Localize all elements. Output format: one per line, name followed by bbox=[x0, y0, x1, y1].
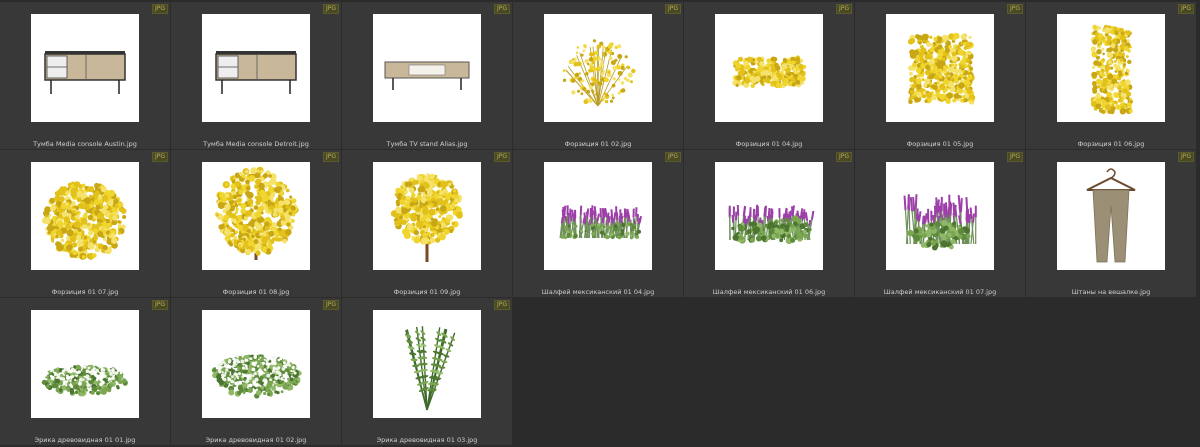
file-tile[interactable]: JPG Форзиция 01 06.jpg bbox=[1026, 2, 1196, 149]
file-tile[interactable]: JPG Форзиция 01 04.jpg bbox=[684, 2, 854, 149]
file-tile[interactable]: JPG Форзиция 01 08.jpg bbox=[171, 150, 341, 297]
file-type-badge: JPG bbox=[664, 152, 681, 162]
file-name: Тумба TV stand Alias.jpg bbox=[386, 140, 468, 148]
thumbnail-grid: JPG Тумба Media console Austin.jpg JPG Тум… bbox=[0, 0, 1200, 447]
tv-stand-icon bbox=[373, 14, 481, 122]
file-tile[interactable]: JPG Эрика древовидная 01 01.jpg bbox=[0, 298, 170, 445]
file-tile[interactable]: JPG Форзиция 01 07.jpg bbox=[0, 150, 170, 297]
file-type-badge: JPG bbox=[322, 4, 339, 14]
file-type-badge: JPG bbox=[151, 152, 168, 162]
file-name: Тумба Media console Austin.jpg bbox=[33, 140, 137, 148]
file-tile[interactable]: JPG Эрика древовидная 01 02.jpg bbox=[171, 298, 341, 445]
file-type-badge: JPG bbox=[664, 4, 681, 14]
file-tile[interactable]: JPG Шалфей мексиканский 01 07.jpg bbox=[855, 150, 1025, 297]
salvia-row-icon bbox=[544, 162, 652, 270]
file-type-badge: JPG bbox=[493, 300, 510, 310]
file-type-badge: JPG bbox=[493, 152, 510, 162]
file-name: Эрика древовидная 01 01.jpg bbox=[34, 436, 136, 444]
file-tile[interactable]: JPG Тумба Media console Detroit.jpg bbox=[171, 2, 341, 149]
erica-low-icon bbox=[31, 310, 139, 418]
console-icon bbox=[31, 14, 139, 122]
file-name: Шалфей мексиканский 01 06.jpg bbox=[712, 288, 826, 296]
file-name: Шалфей мексиканский 01 04.jpg bbox=[541, 288, 655, 296]
file-type-badge: JPG bbox=[493, 4, 510, 14]
hedge-cube-icon bbox=[886, 14, 994, 122]
file-name: Эрика древовидная 01 02.jpg bbox=[205, 436, 307, 444]
file-type-badge: JPG bbox=[1006, 152, 1023, 162]
file-type-badge: JPG bbox=[322, 300, 339, 310]
file-type-badge: JPG bbox=[835, 152, 852, 162]
hedge-tall-icon bbox=[1057, 14, 1165, 122]
file-type-badge: JPG bbox=[835, 4, 852, 14]
file-name: Форзиция 01 09.jpg bbox=[393, 288, 461, 296]
salvia-bush-icon bbox=[886, 162, 994, 270]
file-type-badge: JPG bbox=[1177, 152, 1194, 162]
forsythia-shrub-icon bbox=[544, 14, 652, 122]
file-type-badge: JPG bbox=[1177, 4, 1194, 14]
file-name: Форзиция 01 02.jpg bbox=[564, 140, 632, 148]
file-name: Тумба Media console Detroit.jpg bbox=[203, 140, 309, 148]
file-tile[interactable]: JPG Шалфей мексиканский 01 04.jpg bbox=[513, 150, 683, 297]
file-tile[interactable]: JPG Тумба TV stand Alias.jpg bbox=[342, 2, 512, 149]
file-tile[interactable]: JPG Форзиция 01 02.jpg bbox=[513, 2, 683, 149]
file-tile[interactable]: JPG Штаны на вешалке.jpg bbox=[1026, 150, 1196, 297]
file-name: Штаны на вешалке.jpg bbox=[1071, 288, 1151, 296]
salvia-group-icon bbox=[715, 162, 823, 270]
file-type-badge: JPG bbox=[322, 152, 339, 162]
file-name: Форзиция 01 04.jpg bbox=[735, 140, 803, 148]
erica-mound-icon bbox=[202, 310, 310, 418]
tree-globe-icon bbox=[373, 162, 481, 270]
file-type-badge: JPG bbox=[151, 300, 168, 310]
file-type-badge: JPG bbox=[151, 4, 168, 14]
file-name: Эрика древовидная 01 03.jpg bbox=[376, 436, 478, 444]
file-name: Форзиция 01 07.jpg bbox=[51, 288, 119, 296]
file-tile[interactable]: JPG Тумба Media console Austin.jpg bbox=[0, 2, 170, 149]
file-name: Шалфей мексиканский 01 07.jpg bbox=[883, 288, 997, 296]
console-icon bbox=[202, 14, 310, 122]
bush-globe-icon bbox=[202, 162, 310, 270]
file-tile[interactable]: JPG Эрика древовидная 01 03.jpg bbox=[342, 298, 512, 445]
file-tile[interactable]: JPG Форзиция 01 09.jpg bbox=[342, 150, 512, 297]
file-type-badge: JPG bbox=[1006, 4, 1023, 14]
bush-round-icon bbox=[31, 162, 139, 270]
pants-hanger-icon bbox=[1057, 162, 1165, 270]
file-tile[interactable]: JPG Форзиция 01 05.jpg bbox=[855, 2, 1025, 149]
file-name: Форзиция 01 08.jpg bbox=[222, 288, 290, 296]
hedge-low-icon bbox=[715, 14, 823, 122]
file-name: Форзиция 01 05.jpg bbox=[906, 140, 974, 148]
file-name: Форзиция 01 06.jpg bbox=[1077, 140, 1145, 148]
erica-upright-icon bbox=[373, 310, 481, 418]
file-tile[interactable]: JPG Шалфей мексиканский 01 06.jpg bbox=[684, 150, 854, 297]
